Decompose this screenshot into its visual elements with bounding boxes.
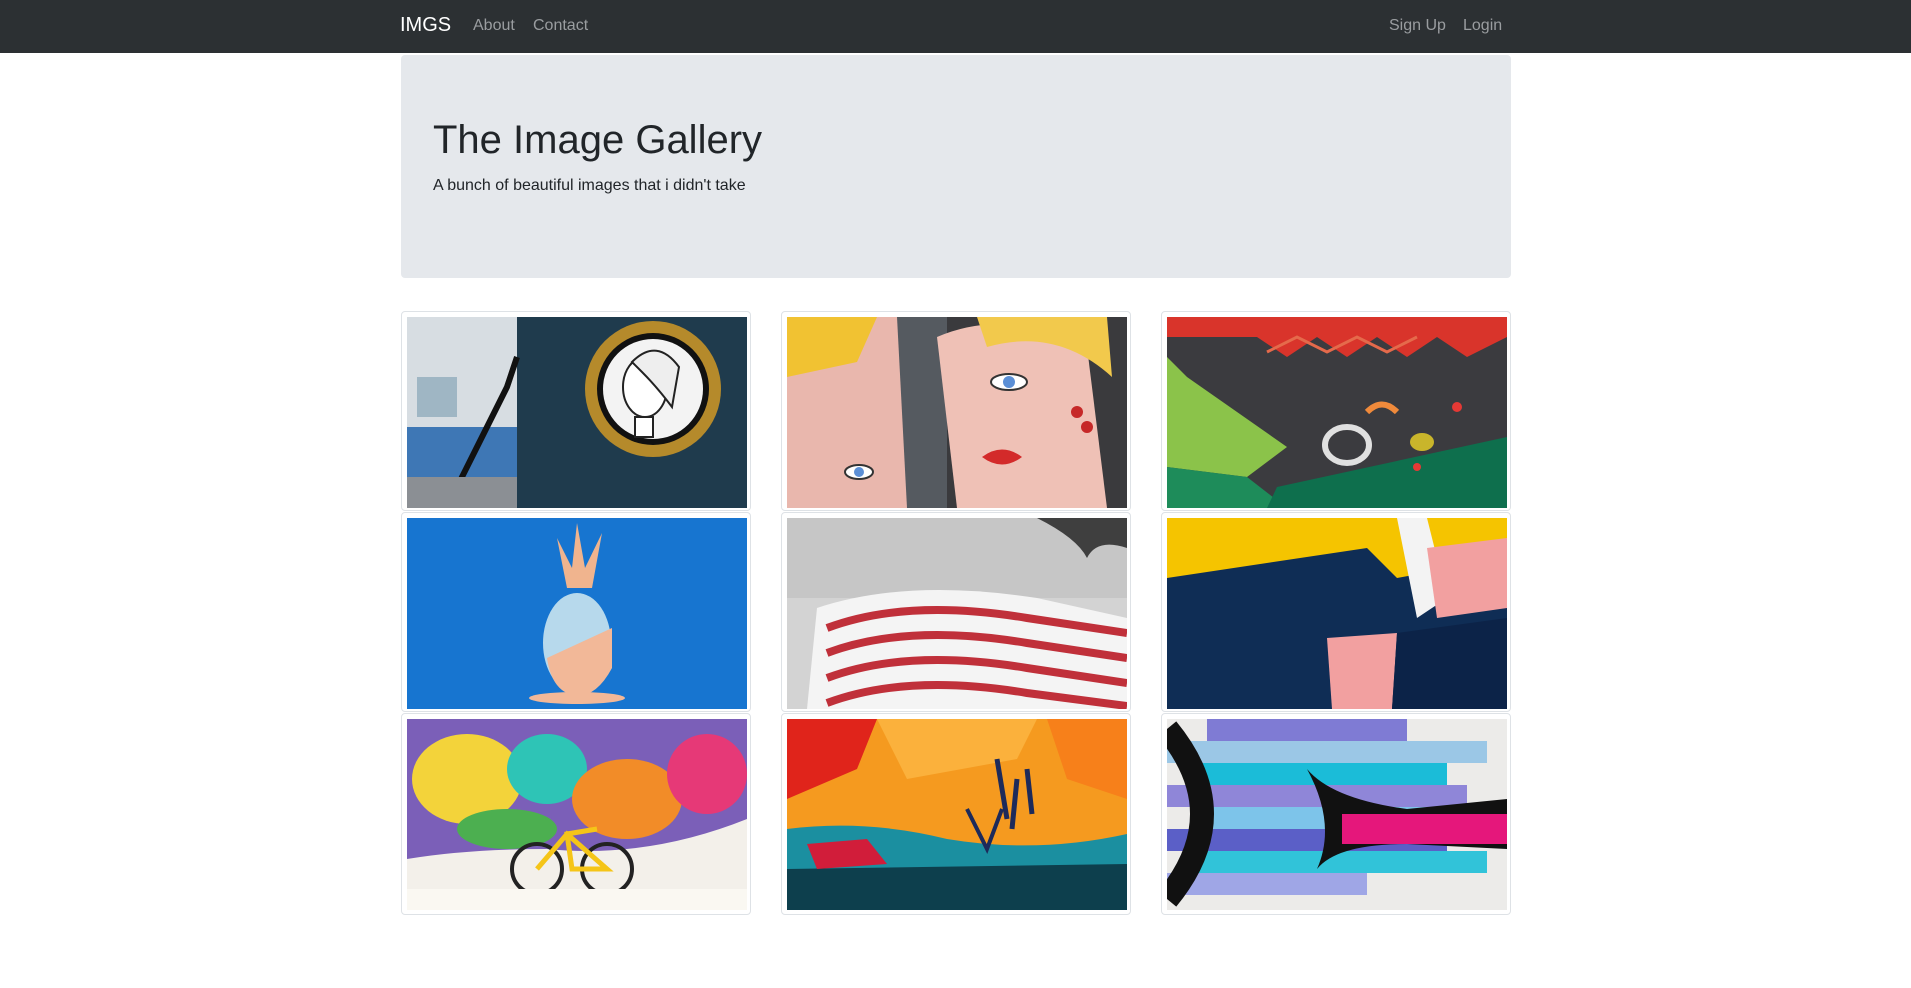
- gallery-card[interactable]: [781, 512, 1131, 712]
- brand-logo[interactable]: IMGS: [400, 14, 451, 37]
- gallery-card[interactable]: [1161, 713, 1511, 915]
- gallery-card[interactable]: [781, 713, 1131, 915]
- page-subtitle: A bunch of beautiful images that i didn'…: [433, 177, 746, 194]
- gallery-image-orange-abstract[interactable]: [787, 719, 1127, 910]
- gallery-image-pineapple[interactable]: [407, 518, 747, 709]
- login-link[interactable]: Login: [1463, 17, 1502, 35]
- navbar: IMGS About Contact Sign Up Login: [0, 0, 1911, 53]
- nav-link-contact[interactable]: Contact: [533, 17, 588, 35]
- gallery-image-pop-art-faces[interactable]: [787, 317, 1127, 508]
- gallery-image-striped-building[interactable]: [787, 518, 1127, 709]
- gallery-card[interactable]: [401, 512, 751, 712]
- gallery-image-street-art-portrait[interactable]: [407, 317, 747, 508]
- gallery-card[interactable]: [1161, 311, 1511, 511]
- gallery-image-mural-bike[interactable]: [407, 719, 747, 910]
- gallery-card[interactable]: [401, 713, 751, 915]
- jumbotron: The Image Gallery A bunch of beautiful i…: [401, 55, 1511, 278]
- sign-up-link[interactable]: Sign Up: [1389, 17, 1446, 35]
- gallery-image-abstract-graffiti[interactable]: [1167, 317, 1507, 508]
- gallery-image-geometric-wall[interactable]: [1167, 518, 1507, 709]
- nav-link-about[interactable]: About: [473, 17, 515, 35]
- gallery-card[interactable]: [1161, 512, 1511, 712]
- gallery-image-arrow-graffiti[interactable]: [1167, 719, 1507, 910]
- page-title: The Image Gallery: [433, 118, 763, 162]
- gallery-card[interactable]: [781, 311, 1131, 511]
- gallery-card[interactable]: [401, 311, 751, 511]
